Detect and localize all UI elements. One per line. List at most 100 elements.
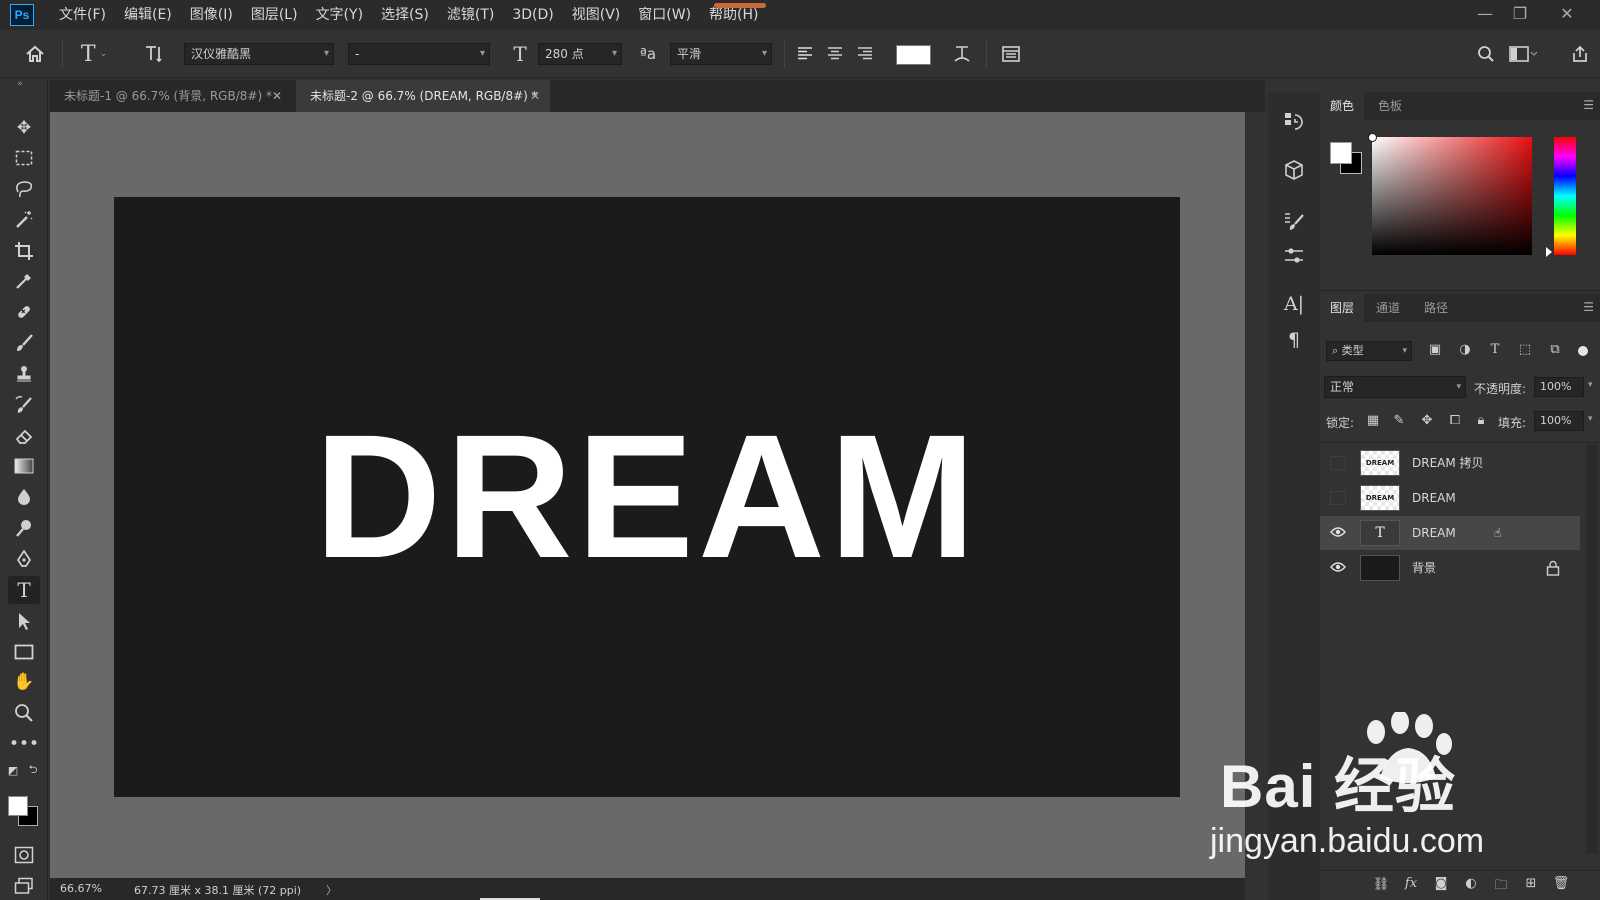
search-icon[interactable] [1472, 39, 1500, 69]
fill-input[interactable]: 100% [1534, 411, 1584, 431]
filter-shape-icon[interactable]: ⬚ [1516, 342, 1534, 360]
eyedropper-icon[interactable] [8, 267, 40, 295]
3d-panel-icon[interactable] [1280, 156, 1308, 184]
font-size-select[interactable]: 280 点 ▾ [538, 43, 622, 65]
tab-layers[interactable]: 图层 [1320, 294, 1365, 322]
magic-wand-icon[interactable] [8, 206, 40, 234]
group-icon[interactable]: 🗀︎ [1492, 876, 1510, 894]
restore-icon[interactable]: ❐ [1505, 0, 1535, 26]
close-tab-icon[interactable]: ✕ [272, 80, 282, 112]
filter-adjustment-icon[interactable]: ◑ [1456, 342, 1474, 360]
font-style-select[interactable]: - ▾ [348, 43, 490, 65]
eye-icon[interactable] [1330, 561, 1346, 575]
text-color-swatch[interactable] [896, 45, 931, 65]
align-left-icon[interactable] [792, 39, 818, 69]
layer-row[interactable]: DREAM DREAM [1320, 481, 1580, 515]
layer-name[interactable]: DREAM [1412, 481, 1456, 515]
chevron-down-icon[interactable]: ▾ [1588, 414, 1593, 424]
filter-pixel-icon[interactable]: ▣ [1426, 342, 1444, 360]
pen-tool-icon[interactable] [8, 545, 40, 573]
layer-name[interactable]: DREAM 拷贝 [1412, 446, 1484, 480]
brush-tool-icon[interactable] [8, 329, 40, 357]
healing-brush-icon[interactable] [8, 298, 40, 326]
character-icon[interactable]: A| [1280, 290, 1308, 318]
path-selection-icon[interactable] [8, 607, 40, 635]
hue-slider[interactable] [1546, 137, 1576, 257]
eraser-tool-icon[interactable] [8, 422, 40, 450]
home-icon[interactable] [20, 39, 50, 69]
collapse-icon[interactable]: » [4, 78, 36, 90]
layer-row[interactable]: DREAM DREAM 拷贝 [1320, 446, 1580, 480]
zoom-level[interactable]: 66.67% [60, 882, 102, 895]
move-tool-icon[interactable]: ✥ [8, 114, 40, 142]
tab-color[interactable]: 颜色 [1320, 92, 1365, 120]
minimize-icon[interactable]: — [1470, 0, 1500, 26]
tab-paths[interactable]: 路径 [1414, 294, 1458, 322]
menu-edit[interactable]: 编辑(E) [115, 0, 181, 30]
marquee-tool-icon[interactable] [8, 144, 40, 172]
fx-icon[interactable]: fx [1402, 876, 1420, 894]
canvas-text-layer[interactable]: DREAM [114, 197, 1180, 797]
menu-view[interactable]: 视图(V) [563, 0, 630, 30]
text-orientation-icon[interactable] [140, 39, 170, 69]
filter-smart-object-icon[interactable]: ⧉ [1546, 342, 1564, 360]
layers-scrollbar[interactable] [1586, 444, 1598, 854]
panel-menu-icon[interactable]: ☰ [1583, 300, 1594, 314]
menu-window[interactable]: 窗口(W) [629, 0, 700, 30]
layer-row[interactable]: 背景 [1320, 551, 1580, 585]
layer-row-selected[interactable]: T DREAM ☝ [1320, 516, 1580, 550]
align-right-icon[interactable] [852, 39, 878, 69]
type-tool-preset-icon[interactable]: T ⌄ [74, 39, 114, 69]
tab-document-1[interactable]: 未标题-1 @ 66.7% (背景, RGB/8#) * ✕ [50, 80, 292, 112]
lock-all-icon[interactable]: 🔒︎ [1472, 413, 1490, 431]
new-layer-icon[interactable]: ⊞ [1522, 876, 1540, 894]
layer-name[interactable]: 背景 [1412, 551, 1436, 585]
dodge-tool-icon[interactable] [8, 514, 40, 542]
character-panel-icon[interactable] [996, 39, 1026, 69]
lock-transparent-icon[interactable]: ▦ [1364, 413, 1382, 431]
color-picker-field[interactable] [1368, 133, 1532, 255]
default-colors-icon[interactable]: ◩ [4, 762, 22, 778]
eye-icon[interactable] [1330, 526, 1346, 540]
panel-menu-icon[interactable]: ☰ [1583, 98, 1594, 112]
gradient-tool-icon[interactable] [8, 452, 40, 480]
brush-settings-icon[interactable] [1280, 208, 1308, 236]
layer-filter-select[interactable]: ⌕ 类型 ▾ [1326, 341, 1412, 361]
mask-icon[interactable]: ◙ [1432, 876, 1450, 894]
menu-select[interactable]: 选择(S) [372, 0, 438, 30]
align-center-icon[interactable] [822, 39, 848, 69]
warp-text-icon[interactable] [948, 39, 976, 69]
menu-layer[interactable]: 图层(L) [242, 0, 307, 30]
more-tools-icon[interactable]: ••• [8, 730, 40, 758]
lock-artboard-icon[interactable]: ⧠ [1446, 413, 1464, 431]
foreground-color-swatch[interactable] [8, 796, 28, 816]
menu-filter[interactable]: 滤镜(T) [438, 0, 503, 30]
antialias-select[interactable]: 平滑 ▾ [670, 43, 772, 65]
foreground-color-chip[interactable] [1330, 142, 1352, 164]
filter-toggle[interactable] [1578, 346, 1588, 356]
adjustments-icon[interactable] [1280, 242, 1308, 270]
rectangle-tool-icon[interactable] [8, 638, 40, 666]
tab-swatches[interactable]: 色板 [1368, 92, 1412, 120]
stamp-tool-icon[interactable] [8, 360, 40, 388]
lock-pixels-icon[interactable]: ✎ [1390, 413, 1408, 431]
quick-mask-icon[interactable] [8, 841, 40, 869]
adjustment-icon[interactable]: ◐ [1462, 876, 1480, 894]
paragraph-icon[interactable]: ¶ [1280, 326, 1308, 354]
tab-channels[interactable]: 通道 [1366, 294, 1410, 322]
hand-tool-icon[interactable]: ✋ [8, 668, 40, 696]
history-brush-icon[interactable] [8, 391, 40, 419]
screen-mode-icon[interactable] [8, 872, 40, 900]
menu-type[interactable]: 文字(Y) [307, 0, 372, 30]
trash-icon[interactable]: 🗑︎ [1552, 876, 1570, 894]
status-menu-arrow[interactable]: 〉 [326, 882, 337, 898]
hue-slider-handle[interactable] [1546, 247, 1552, 257]
tab-document-2[interactable]: 未标题-2 @ 66.7% (DREAM, RGB/8#) * ✕ [296, 80, 550, 112]
history-panel-icon[interactable] [1280, 108, 1308, 136]
menu-file[interactable]: 文件(F) [50, 0, 115, 30]
blend-mode-select[interactable]: 正常 ▾ [1324, 376, 1466, 398]
menu-image[interactable]: 图像(I) [181, 0, 242, 30]
menu-3d[interactable]: 3D(D) [503, 0, 562, 30]
crop-tool-icon[interactable] [8, 237, 40, 265]
lock-position-icon[interactable]: ✥ [1418, 413, 1436, 431]
